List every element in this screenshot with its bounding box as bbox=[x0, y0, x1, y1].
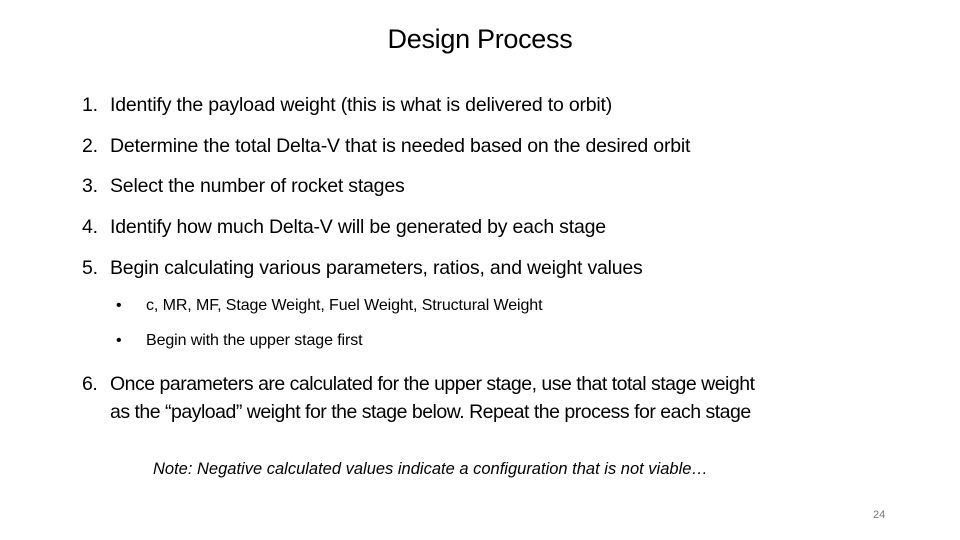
item-text: Identify how much Delta-V will be genera… bbox=[110, 216, 606, 238]
item-number: 5. bbox=[82, 257, 98, 279]
sub-bullet-text: Begin with the upper stage first bbox=[146, 332, 363, 349]
item-text: Determine the total Delta-V that is need… bbox=[110, 135, 691, 157]
item-text: Identify the payload weight (this is wha… bbox=[110, 94, 613, 116]
item-text: Select the number of rocket stages bbox=[110, 175, 405, 197]
bullet-icon: • bbox=[116, 332, 122, 349]
slide-title: Design Process bbox=[387, 24, 573, 54]
sub-bullet-text: c, MR, MF, Stage Weight, Fuel Weight, St… bbox=[146, 297, 543, 314]
page-number: 24 bbox=[873, 509, 886, 521]
item-number: 3. bbox=[82, 175, 98, 197]
item-number: 4. bbox=[82, 216, 98, 238]
item-text: Begin calculating various parameters, ra… bbox=[110, 257, 643, 279]
item-number: 2. bbox=[82, 135, 98, 157]
item-text-line-1: Once parameters are calculated for the u… bbox=[110, 373, 755, 395]
item-number: 1. bbox=[82, 94, 98, 116]
bullet-icon: • bbox=[116, 297, 122, 314]
item-text-line-2: as the “payload” weight for the stage be… bbox=[110, 401, 751, 423]
note-text: Note: Negative calculated values indicat… bbox=[153, 460, 708, 478]
item-number: 6. bbox=[82, 373, 98, 395]
